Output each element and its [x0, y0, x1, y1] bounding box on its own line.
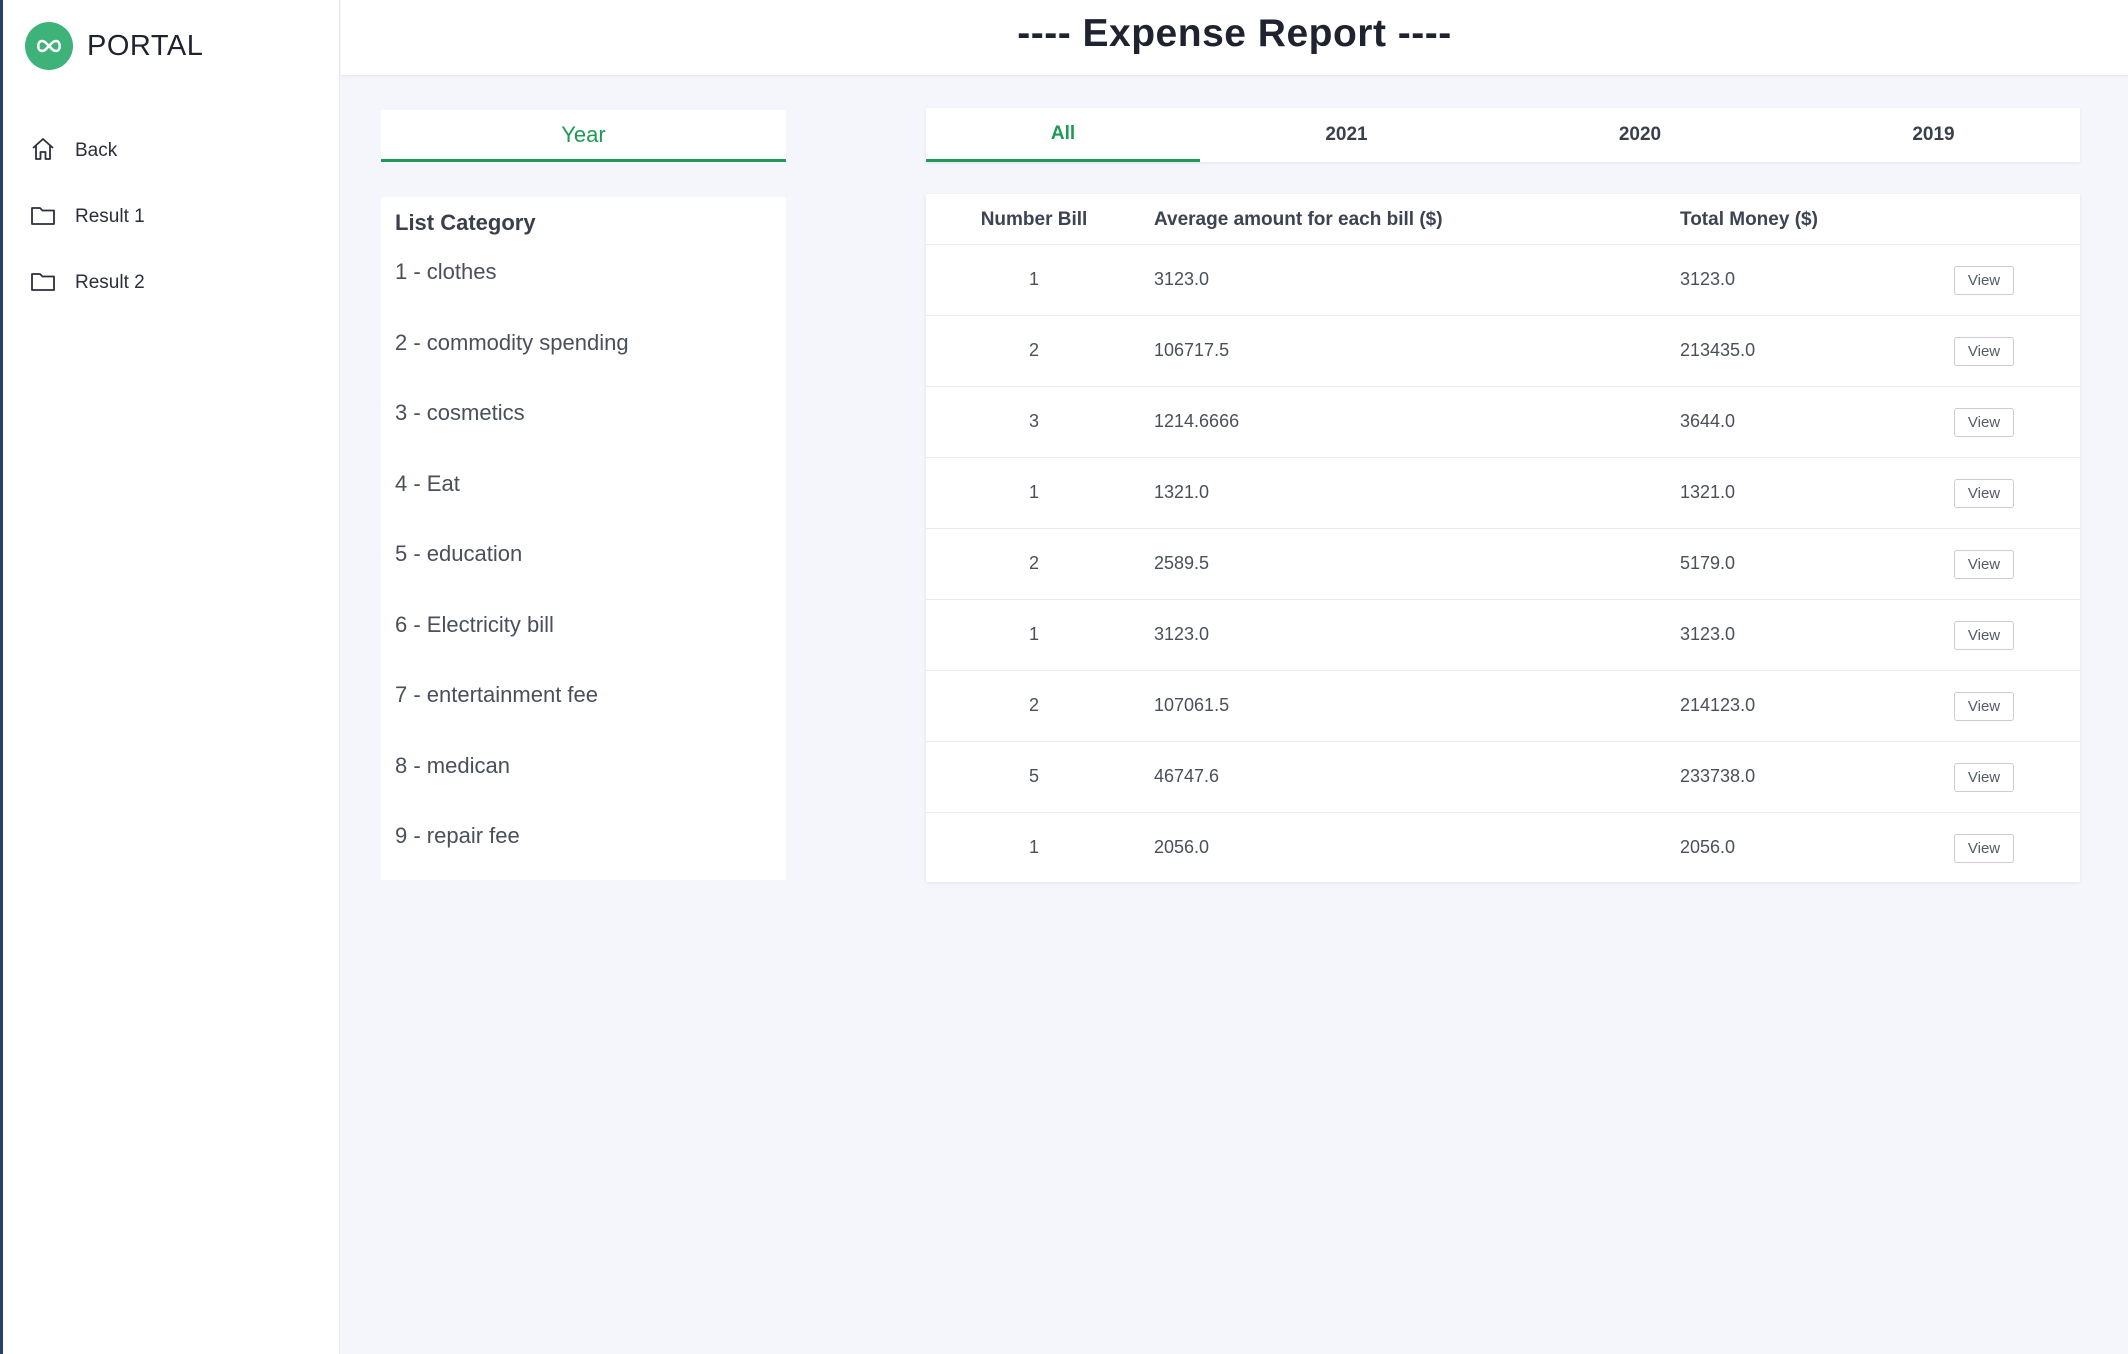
cell-average: 1214.6666 — [1154, 411, 1240, 431]
sidebar: PORTAL Back Result 1 Result 2 — [0, 0, 340, 1354]
cell-total: 213435.0 — [1680, 340, 1756, 360]
cell-average: 2589.5 — [1154, 553, 1210, 573]
sidebar-item-label: Back — [75, 140, 118, 161]
category-list: 1 - clothes 2 - commodity spending 3 - c… — [395, 257, 629, 892]
table-row: 5 46747.6 233738.0 View — [926, 742, 2080, 813]
category-item[interactable]: 8 - medican — [395, 751, 629, 822]
cell-number-bill: 2 — [1028, 340, 1039, 360]
sidebar-item-back[interactable]: Back — [29, 118, 145, 184]
cell-total: 214123.0 — [1680, 695, 1756, 715]
cell-average: 106717.5 — [1154, 340, 1230, 360]
sidebar-item-result-1[interactable]: Result 1 — [29, 184, 145, 250]
tab-all[interactable]: All — [926, 108, 1200, 162]
category-panel: List Category 1 - clothes 2 - commodity … — [381, 197, 786, 880]
cell-total: 5179.0 — [1680, 553, 1736, 573]
header-number-bill: Number Bill — [980, 209, 1088, 230]
cell-average: 2056.0 — [1154, 837, 1210, 857]
table-row: 3 1214.6666 3644.0 View — [926, 387, 2080, 458]
logo[interactable]: PORTAL — [25, 22, 203, 70]
expense-table: Number Bill Average amount for each bill… — [926, 194, 2080, 882]
table-row: 2 2589.5 5179.0 View — [926, 529, 2080, 600]
cell-average: 46747.6 — [1154, 766, 1220, 786]
table-row: 1 3123.0 3123.0 View — [926, 600, 2080, 671]
view-button[interactable]: View — [1954, 692, 2014, 721]
table-header: Number Bill Average amount for each bill… — [926, 194, 2080, 245]
category-item[interactable]: 6 - Electricity bill — [395, 610, 629, 681]
category-item[interactable]: 3 - cosmetics — [395, 398, 629, 469]
cell-average: 3123.0 — [1154, 624, 1210, 644]
table-row: 1 1321.0 1321.0 View — [926, 458, 2080, 529]
view-button[interactable]: View — [1954, 763, 2014, 792]
tab-2020[interactable]: 2020 — [1493, 108, 1787, 162]
cell-total: 233738.0 — [1680, 766, 1756, 786]
cell-number-bill: 2 — [1028, 553, 1039, 573]
header-average: Average amount for each bill ($) — [1154, 209, 1443, 230]
year-filter[interactable]: Year — [381, 110, 786, 162]
view-button[interactable]: View — [1954, 621, 2014, 650]
category-item[interactable]: 2 - commodity spending — [395, 328, 629, 399]
sidebar-item-label: Result 2 — [75, 272, 145, 293]
view-button[interactable]: View — [1954, 408, 2014, 437]
cell-total: 3123.0 — [1680, 269, 1736, 289]
tab-2019[interactable]: 2019 — [1787, 108, 2080, 162]
folder-icon — [29, 267, 57, 300]
infinity-logo-icon — [25, 22, 73, 70]
cell-total: 3123.0 — [1680, 624, 1736, 644]
category-item[interactable]: 4 - Eat — [395, 469, 629, 540]
cell-number-bill: 3 — [1028, 411, 1039, 431]
cell-number-bill: 1 — [1028, 482, 1039, 502]
app-root: PORTAL Back Result 1 Result 2 ---- Expen… — [0, 0, 2128, 1354]
category-item[interactable]: 1 - clothes — [395, 257, 629, 328]
cell-average: 1321.0 — [1154, 482, 1210, 502]
table-row: 1 2056.0 2056.0 View — [926, 813, 2080, 884]
category-item[interactable]: 7 - entertainment fee — [395, 680, 629, 751]
cell-average: 3123.0 — [1154, 269, 1210, 289]
cell-total: 1321.0 — [1680, 482, 1736, 502]
view-button[interactable]: View — [1954, 834, 2014, 863]
sidebar-item-result-2[interactable]: Result 2 — [29, 250, 145, 316]
home-icon — [29, 135, 57, 168]
view-button[interactable]: View — [1954, 337, 2014, 366]
table-row: 2 107061.5 214123.0 View — [926, 671, 2080, 742]
cell-total: 3644.0 — [1680, 411, 1736, 431]
category-item[interactable]: 5 - education — [395, 539, 629, 610]
cell-total: 2056.0 — [1680, 837, 1736, 857]
category-item[interactable]: 9 - repair fee — [395, 821, 629, 892]
cell-average: 107061.5 — [1154, 695, 1230, 715]
year-filter-label: Year — [561, 122, 606, 147]
header: ---- Expense Report ---- — [341, 0, 2128, 76]
view-button[interactable]: View — [1954, 550, 2014, 579]
logo-text: PORTAL — [87, 29, 204, 62]
cell-number-bill: 5 — [1028, 766, 1039, 786]
view-button[interactable]: View — [1954, 479, 2014, 508]
folder-icon — [29, 201, 57, 234]
cell-number-bill: 1 — [1028, 624, 1039, 644]
sidebar-item-label: Result 1 — [75, 206, 145, 227]
category-panel-title: List Category — [395, 210, 536, 235]
header-total: Total Money ($) — [1680, 209, 1818, 230]
cell-number-bill: 1 — [1028, 837, 1039, 857]
year-tabs: All 2021 2020 2019 — [926, 108, 2080, 162]
table-row: 1 3123.0 3123.0 View — [926, 245, 2080, 316]
view-button[interactable]: View — [1954, 266, 2014, 295]
sidebar-nav: Back Result 1 Result 2 — [29, 118, 145, 316]
page-title: ---- Expense Report ---- — [1017, 12, 1452, 55]
cell-number-bill: 2 — [1028, 695, 1039, 715]
cell-number-bill: 1 — [1028, 269, 1039, 289]
tab-2021[interactable]: 2021 — [1200, 108, 1493, 162]
table-row: 2 106717.5 213435.0 View — [926, 316, 2080, 387]
